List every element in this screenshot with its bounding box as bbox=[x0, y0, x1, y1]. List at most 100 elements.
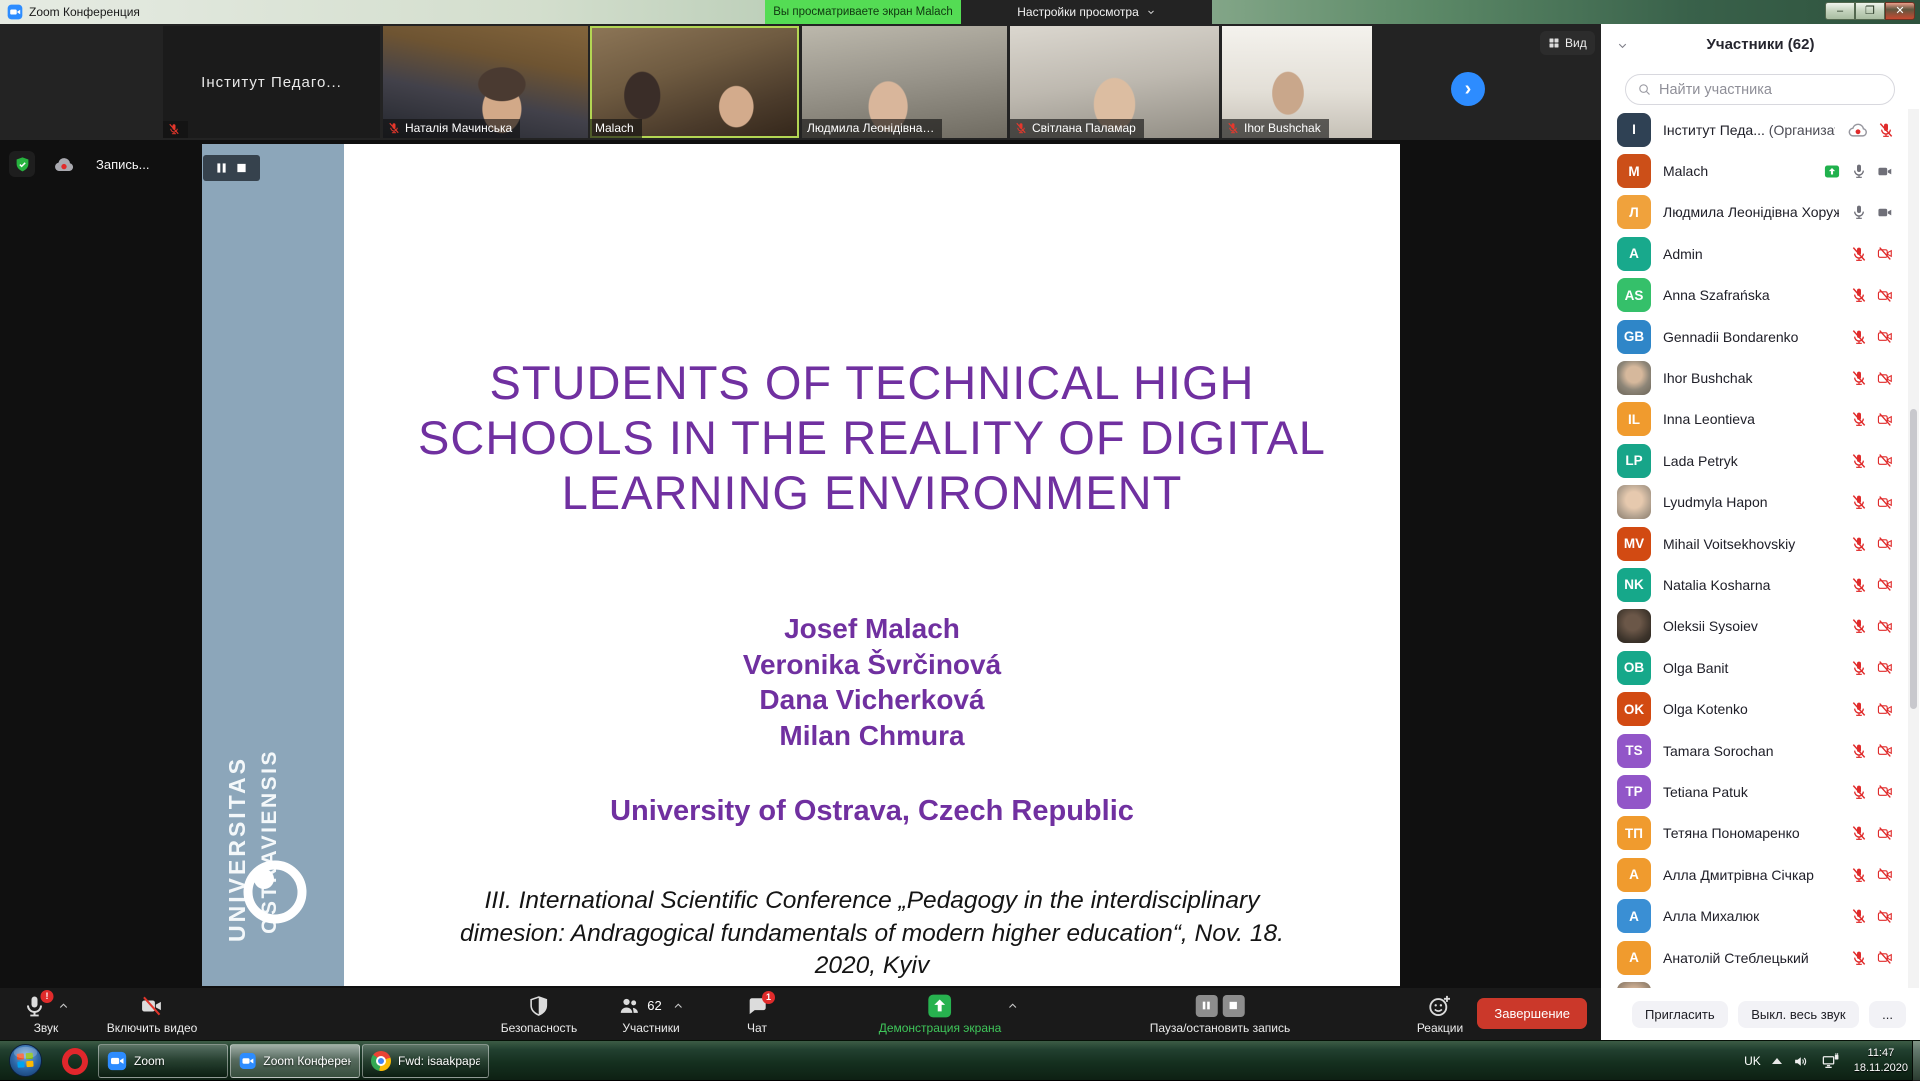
pause-recording-button[interactable] bbox=[1195, 995, 1217, 1017]
chevron-up-button[interactable] bbox=[673, 1000, 685, 1012]
toolbar-record[interactable]: Пауза/остановить запись bbox=[1150, 991, 1290, 1035]
volume-icon[interactable] bbox=[1793, 1053, 1810, 1070]
participant-row[interactable]: Oleksii Sysoiev bbox=[1601, 606, 1920, 647]
participant-row[interactable] bbox=[1601, 978, 1920, 988]
video-tile[interactable]: Світлана Паламар bbox=[1010, 26, 1219, 138]
minimize-button[interactable]: – bbox=[1825, 2, 1855, 20]
participant-row[interactable]: ASAnna Szafrańska bbox=[1601, 275, 1920, 316]
toolbar-icon-row: 62 bbox=[617, 991, 684, 1020]
participant-row[interactable]: TSTamara Sorochan bbox=[1601, 730, 1920, 771]
mute-all-button[interactable]: Выкл. весь звук bbox=[1738, 1001, 1858, 1028]
participant-search-input[interactable] bbox=[1659, 82, 1869, 98]
participant-row[interactable]: AАлла Михалюк bbox=[1601, 895, 1920, 936]
video-tile[interactable]: Malach bbox=[590, 26, 799, 138]
participant-row[interactable]: OBOlga Banit bbox=[1601, 647, 1920, 688]
participant-row[interactable]: MMalach bbox=[1601, 150, 1920, 191]
camera-icon bbox=[1876, 205, 1894, 220]
mic-muted-icon bbox=[1851, 825, 1867, 841]
tray-expand-icon[interactable] bbox=[1772, 1058, 1782, 1064]
taskbar-window[interactable]: Zoom Конферен... bbox=[230, 1044, 360, 1078]
tray-language[interactable]: UK bbox=[1744, 1054, 1761, 1068]
participant-row[interactable]: MVMihail Voitsekhovskiy bbox=[1601, 523, 1920, 564]
participant-avatar: TS bbox=[1617, 734, 1651, 768]
chevron-up-button[interactable] bbox=[58, 1000, 70, 1012]
stop-recording-button[interactable] bbox=[1222, 995, 1244, 1017]
participant-row[interactable]: IІнститут Педа... (Организатор, я) bbox=[1601, 109, 1920, 150]
participant-search[interactable] bbox=[1625, 74, 1895, 105]
participant-avatar: TP bbox=[1617, 775, 1651, 809]
text-line: Dana Vicherková bbox=[344, 682, 1400, 718]
participants-scrollbar[interactable] bbox=[1908, 109, 1919, 988]
tile-label: Наталія Мачинська bbox=[383, 119, 520, 138]
taskbar-window[interactable]: Fwd: isaakpapad1... bbox=[362, 1044, 489, 1078]
invite-button[interactable]: Пригласить bbox=[1632, 1001, 1728, 1028]
participant-row[interactable]: ТПТетяна Пономаренко bbox=[1601, 813, 1920, 854]
participant-row[interactable]: NKNatalia Kosharna bbox=[1601, 564, 1920, 605]
mic-muted-icon bbox=[1015, 122, 1027, 134]
close-button[interactable]: ✕ bbox=[1885, 2, 1915, 20]
participant-status-icons bbox=[1851, 660, 1894, 676]
mic-muted-icon bbox=[388, 122, 400, 134]
next-videos-button[interactable]: › bbox=[1451, 72, 1485, 106]
tray-clock[interactable]: 11:47 18.11.2020 bbox=[1854, 1046, 1908, 1077]
taskbar-window-label: Zoom bbox=[134, 1054, 165, 1068]
toolbar-item-label: Включить видео bbox=[107, 1021, 198, 1035]
toolbar-security[interactable]: Безопасность bbox=[501, 991, 578, 1035]
end-meeting-button[interactable]: Завершение bbox=[1477, 998, 1587, 1029]
participant-row[interactable]: GBGennadii Bondarenko bbox=[1601, 316, 1920, 357]
text-line: Milan Chmura bbox=[344, 718, 1400, 754]
video-tile[interactable]: Інститут Педаго... bbox=[163, 26, 380, 138]
toolbar-reactions[interactable]: Реакции bbox=[1417, 991, 1463, 1035]
video-tile[interactable]: Ihor Bushchak bbox=[1222, 26, 1372, 138]
participant-row[interactable]: TPTetiana Patuk bbox=[1601, 771, 1920, 812]
video-tile[interactable]: Людмила Леонідівна… bbox=[802, 26, 1007, 138]
video-tile[interactable]: Наталія Мачинська bbox=[383, 26, 588, 138]
pause-recording-icon[interactable] bbox=[216, 162, 227, 174]
recording-controls-overlay bbox=[203, 155, 260, 181]
chevron-up-button[interactable] bbox=[1007, 1000, 1019, 1012]
show-desktop-button[interactable] bbox=[1912, 1041, 1920, 1081]
opera-icon[interactable] bbox=[62, 1048, 88, 1075]
toolbar-share[interactable]: Демонстрация экрана bbox=[879, 991, 1002, 1035]
mic-muted-icon bbox=[1851, 246, 1867, 262]
toolbar-audio[interactable]: !Звук bbox=[23, 991, 70, 1035]
toolbar-participants[interactable]: 62Участники bbox=[617, 991, 684, 1035]
participant-row[interactable]: AАнатолій Стеблецький bbox=[1601, 937, 1920, 978]
participant-row[interactable]: ЛЛюдмила Леонідівна Хоружа (... bbox=[1601, 192, 1920, 233]
participant-row[interactable]: Ihor Bushchak bbox=[1601, 357, 1920, 398]
view-button[interactable]: Вид bbox=[1540, 31, 1595, 55]
taskbar-window[interactable]: Zoom bbox=[98, 1044, 228, 1078]
network-icon[interactable] bbox=[1821, 1052, 1840, 1071]
tray-date: 18.11.2020 bbox=[1854, 1061, 1908, 1076]
windows-logo-icon bbox=[8, 1043, 43, 1078]
video-strip: Інститут Педаго... Наталія Мачинська Mala… bbox=[0, 24, 1601, 140]
more-options-button[interactable]: ... bbox=[1869, 1001, 1906, 1028]
participant-row[interactable]: Lyudmyla Hapon bbox=[1601, 482, 1920, 523]
stop-icon bbox=[1228, 1000, 1239, 1011]
mic-muted-icon bbox=[1851, 287, 1867, 303]
tile-label: Ihor Bushchak bbox=[1222, 119, 1329, 138]
scrollbar-thumb[interactable] bbox=[1910, 409, 1917, 709]
participant-avatar: Л bbox=[1617, 195, 1651, 229]
participant-row[interactable]: AAdmin bbox=[1601, 233, 1920, 274]
toolbar-chat[interactable]: 1Чат bbox=[746, 991, 768, 1035]
participant-avatar: OK bbox=[1617, 692, 1651, 726]
view-settings-dropdown[interactable]: Настройки просмотра bbox=[961, 0, 1212, 24]
toolbar-item-label: Безопасность bbox=[501, 1021, 578, 1035]
participant-row[interactable]: OKOlga Kotenko bbox=[1601, 688, 1920, 729]
toolbar-video[interactable]: Включить видео bbox=[107, 991, 198, 1035]
camera-icon bbox=[1876, 164, 1894, 179]
camera-off-icon bbox=[1876, 329, 1894, 344]
text-line: LEARNING ENVIRONMENT bbox=[344, 466, 1400, 521]
restore-button[interactable]: ❐ bbox=[1855, 2, 1885, 20]
participant-row[interactable]: AАлла Дмитрівна Січкар bbox=[1601, 854, 1920, 895]
participant-row[interactable]: ILInna Leontieva bbox=[1601, 399, 1920, 440]
stop-recording-icon[interactable] bbox=[236, 162, 247, 174]
text-line: STUDENTS OF TECHNICAL HIGH bbox=[344, 356, 1400, 411]
participant-row[interactable]: LPLada Petryk bbox=[1601, 440, 1920, 481]
participant-name: Gennadii Bondarenko bbox=[1663, 329, 1839, 345]
tile-name-text: Інститут Педаго... bbox=[163, 26, 380, 138]
mic-muted-icon bbox=[1878, 122, 1894, 138]
start-button[interactable] bbox=[8, 1043, 43, 1078]
participant-status-icons bbox=[1822, 163, 1894, 180]
